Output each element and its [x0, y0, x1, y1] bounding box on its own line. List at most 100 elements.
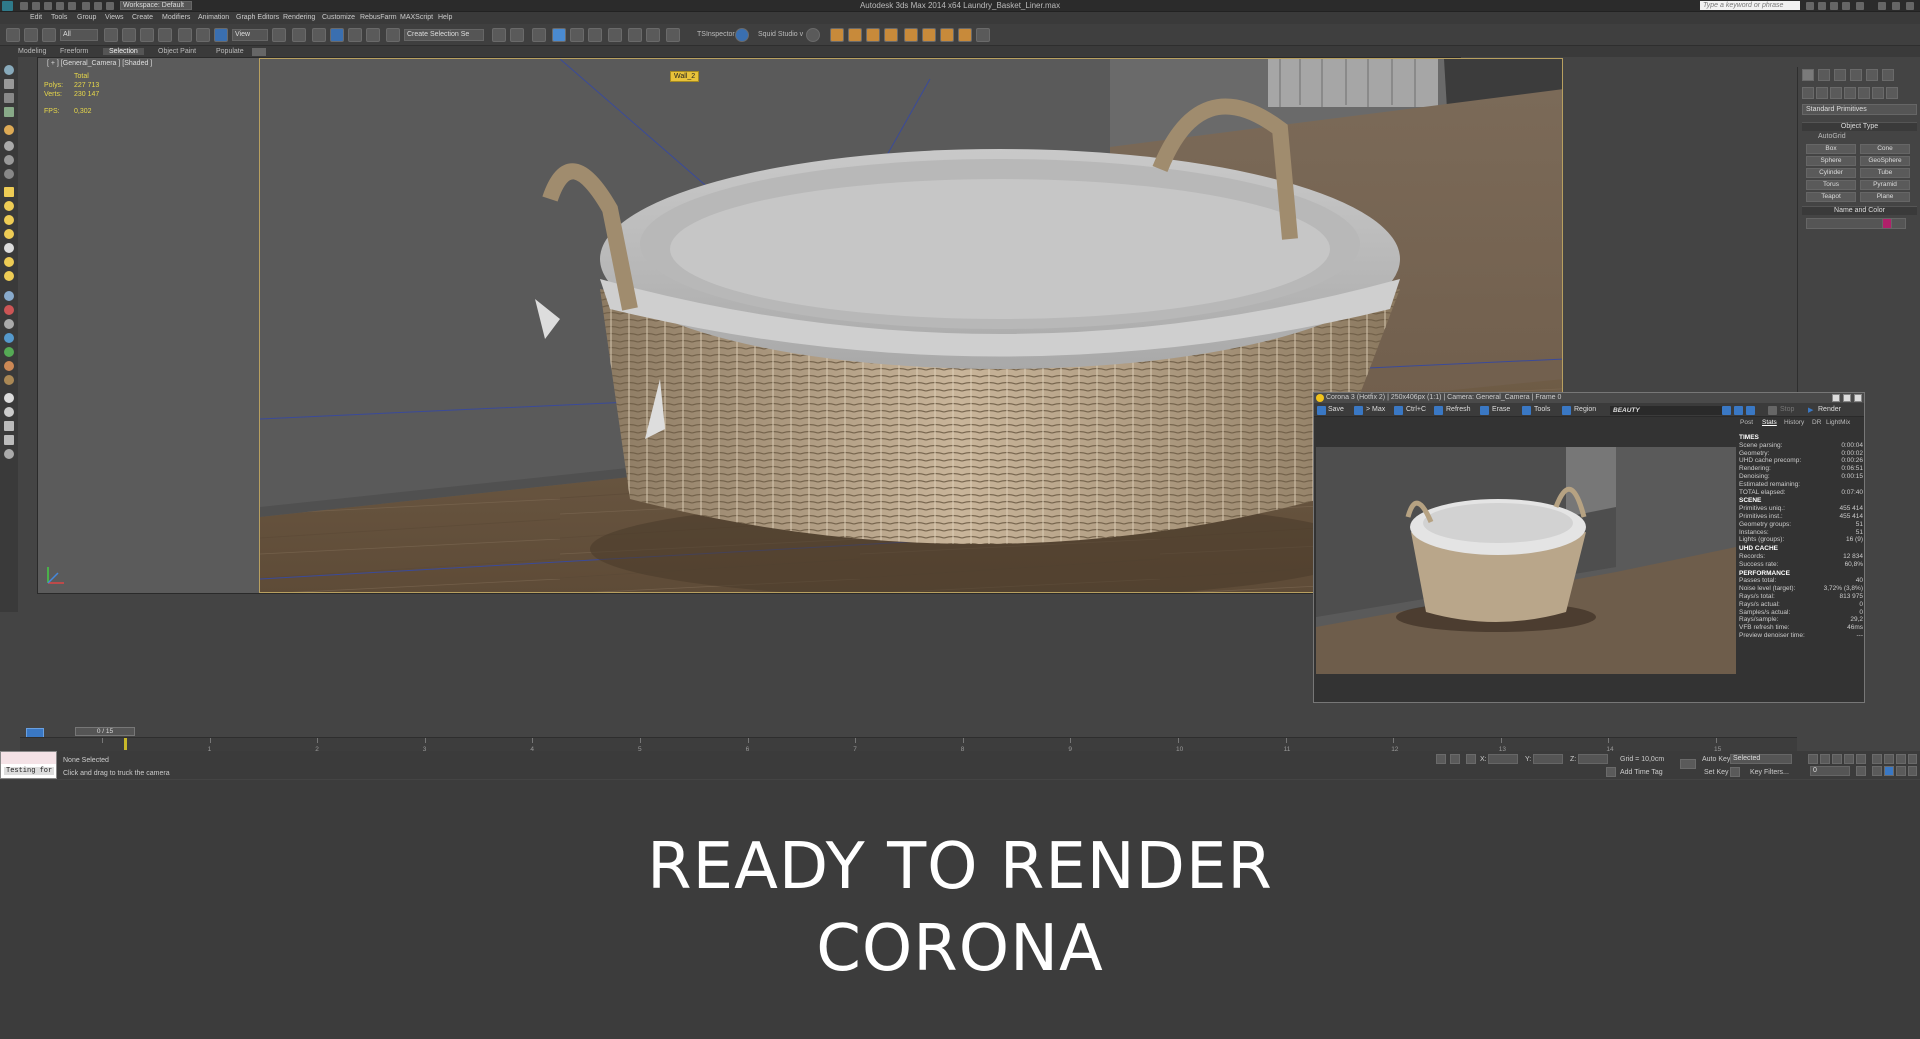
cameras-icon[interactable]	[1844, 87, 1856, 99]
vfb-render-image[interactable]	[1316, 447, 1736, 674]
ribbon-toggle-icon[interactable]	[252, 48, 266, 56]
vfb-copy-button[interactable]: Ctrl+C	[1406, 406, 1426, 413]
minimize-icon[interactable]	[1878, 2, 1886, 10]
strip-tool-2-icon[interactable]	[4, 305, 14, 315]
shapes-icon[interactable]	[1816, 87, 1828, 99]
key-mode-dropdown[interactable]: Selected	[1730, 754, 1792, 764]
pyramid-button[interactable]: Pyramid	[1860, 180, 1910, 190]
wall-object-tag[interactable]: Wall_2	[670, 71, 700, 82]
strip-tool-3-icon[interactable]	[4, 319, 14, 329]
vfb-to-max-button[interactable]: > Max	[1366, 406, 1385, 413]
corona-sun-icon[interactable]	[904, 28, 918, 42]
teapot-button[interactable]: Teapot	[1806, 192, 1856, 202]
mirror-icon[interactable]	[492, 28, 506, 42]
vfb-stop-button[interactable]: Stop	[1780, 406, 1794, 413]
vfb-tab-stats[interactable]: Stats	[1762, 419, 1777, 426]
select-object-icon[interactable]	[104, 28, 118, 42]
select-manipulate-icon[interactable]	[292, 28, 306, 42]
strip-camera-icon[interactable]	[4, 141, 14, 151]
zoom-extents-icon[interactable]	[1896, 754, 1906, 764]
material-editor-icon[interactable]	[608, 28, 622, 42]
zoom-fit-icon[interactable]	[1746, 406, 1755, 415]
maximize-viewport-icon[interactable]	[1908, 766, 1917, 776]
align-icon[interactable]	[510, 28, 524, 42]
geometry-icon[interactable]	[1802, 87, 1814, 99]
zoom-in-icon[interactable]	[1722, 406, 1731, 415]
rectangular-selection-icon[interactable]	[140, 28, 154, 42]
strip-tool-6-icon[interactable]	[4, 361, 14, 371]
move-icon[interactable]	[178, 28, 192, 42]
squid-studio-label[interactable]: Squid Studio v	[758, 31, 803, 38]
region-icon[interactable]	[1562, 406, 1571, 415]
snaps-toggle-icon[interactable]	[312, 28, 326, 42]
schematic-view-icon[interactable]	[588, 28, 602, 42]
strip-cone-icon[interactable]	[4, 243, 14, 253]
space-warps-icon[interactable]	[1872, 87, 1884, 99]
current-time-marker[interactable]	[124, 738, 127, 750]
strip-sphere-icon[interactable]	[4, 201, 14, 211]
to-max-icon[interactable]	[1354, 406, 1363, 415]
viewport-label[interactable]: [ + ] [General_Camera ] [Shaded ]	[47, 60, 152, 67]
named-selection-set-dropdown[interactable]: Create Selection Se	[404, 29, 484, 41]
systems-icon[interactable]	[1886, 87, 1898, 99]
time-slider-thumb[interactable]: 0 / 15	[75, 727, 135, 736]
render-element-dropdown[interactable]: BEAUTY	[1610, 406, 1730, 415]
strip-spacewarp-icon[interactable]	[4, 169, 14, 179]
corona-proxy-icon[interactable]	[866, 28, 880, 42]
autogrid-checkbox[interactable]: AutoGrid	[1818, 133, 1846, 140]
vfb-region-button[interactable]: Region	[1574, 406, 1596, 413]
key-filters-button[interactable]: Key Filters...	[1750, 769, 1789, 776]
next-frame-icon[interactable]	[1844, 754, 1854, 764]
menu-rebusfarm[interactable]: RebusFarm	[360, 14, 397, 21]
tools-icon[interactable]	[1522, 406, 1531, 415]
help-search-input[interactable]: Type a keyword or phrase	[1700, 1, 1800, 10]
orbit-camera-icon[interactable]	[1884, 766, 1894, 776]
roll-camera-icon[interactable]	[1896, 766, 1906, 776]
auto-key-button[interactable]: Auto Key	[1702, 756, 1730, 763]
go-to-start-icon[interactable]	[1808, 754, 1818, 764]
menu-edit[interactable]: Edit	[30, 14, 42, 21]
play-icon[interactable]	[1832, 754, 1842, 764]
render-setup-icon[interactable]	[628, 28, 642, 42]
modify-tab-icon[interactable]	[1818, 69, 1830, 81]
select-link-icon[interactable]	[6, 28, 20, 42]
strip-cylinder-icon[interactable]	[4, 215, 14, 225]
vfb-tab-dr[interactable]: DR	[1812, 419, 1821, 426]
sphere-button[interactable]: Sphere	[1806, 156, 1856, 166]
plugin-icon[interactable]	[806, 28, 820, 42]
menu-graph-editors[interactable]: Graph Editors	[236, 14, 279, 21]
menu-customize[interactable]: Customize	[322, 14, 355, 21]
tab-populate[interactable]: Populate	[210, 48, 250, 55]
key-filter-icon[interactable]	[1730, 767, 1740, 777]
time-tag-icon[interactable]	[1606, 767, 1616, 777]
menu-animation[interactable]: Animation	[198, 14, 229, 21]
truck-camera-icon[interactable]	[1872, 766, 1882, 776]
tab-freeform[interactable]: Freeform	[54, 48, 94, 55]
strip-tool-11-icon[interactable]	[4, 435, 14, 445]
strip-hierarchy-icon[interactable]	[4, 93, 14, 103]
strip-geosphere-icon[interactable]	[4, 257, 14, 267]
time-slider[interactable]: 0 / 15	[20, 727, 1797, 737]
plane-button[interactable]: Plane	[1860, 192, 1910, 202]
erase-icon[interactable]	[1480, 406, 1489, 415]
rendered-frame-window-icon[interactable]	[646, 28, 660, 42]
strip-torus-icon[interactable]	[4, 229, 14, 239]
menu-help[interactable]: Help	[438, 14, 452, 21]
vfb-refresh-button[interactable]: Refresh	[1446, 406, 1471, 413]
vfb-maximize-icon[interactable]	[1843, 394, 1851, 402]
z-coordinate-field[interactable]	[1578, 754, 1608, 764]
helpers-icon[interactable]	[1858, 87, 1870, 99]
strip-teapot-icon[interactable]	[4, 271, 14, 281]
menu-rendering[interactable]: Rendering	[283, 14, 315, 21]
vfb-render-button[interactable]: Render	[1818, 406, 1841, 413]
menu-group[interactable]: Group	[77, 14, 96, 21]
lock-selection-icon[interactable]	[1450, 754, 1460, 764]
close-icon[interactable]	[1906, 2, 1914, 10]
layer-manager-icon[interactable]	[532, 28, 546, 42]
favorites-icon[interactable]	[1842, 2, 1850, 10]
subscription-icon[interactable]	[1818, 2, 1826, 10]
x-coordinate-field[interactable]	[1488, 754, 1518, 764]
torus-button[interactable]: Torus	[1806, 180, 1856, 190]
menu-maxscript[interactable]: MAXScript	[400, 14, 433, 21]
tsinspector-icon[interactable]	[735, 28, 749, 42]
